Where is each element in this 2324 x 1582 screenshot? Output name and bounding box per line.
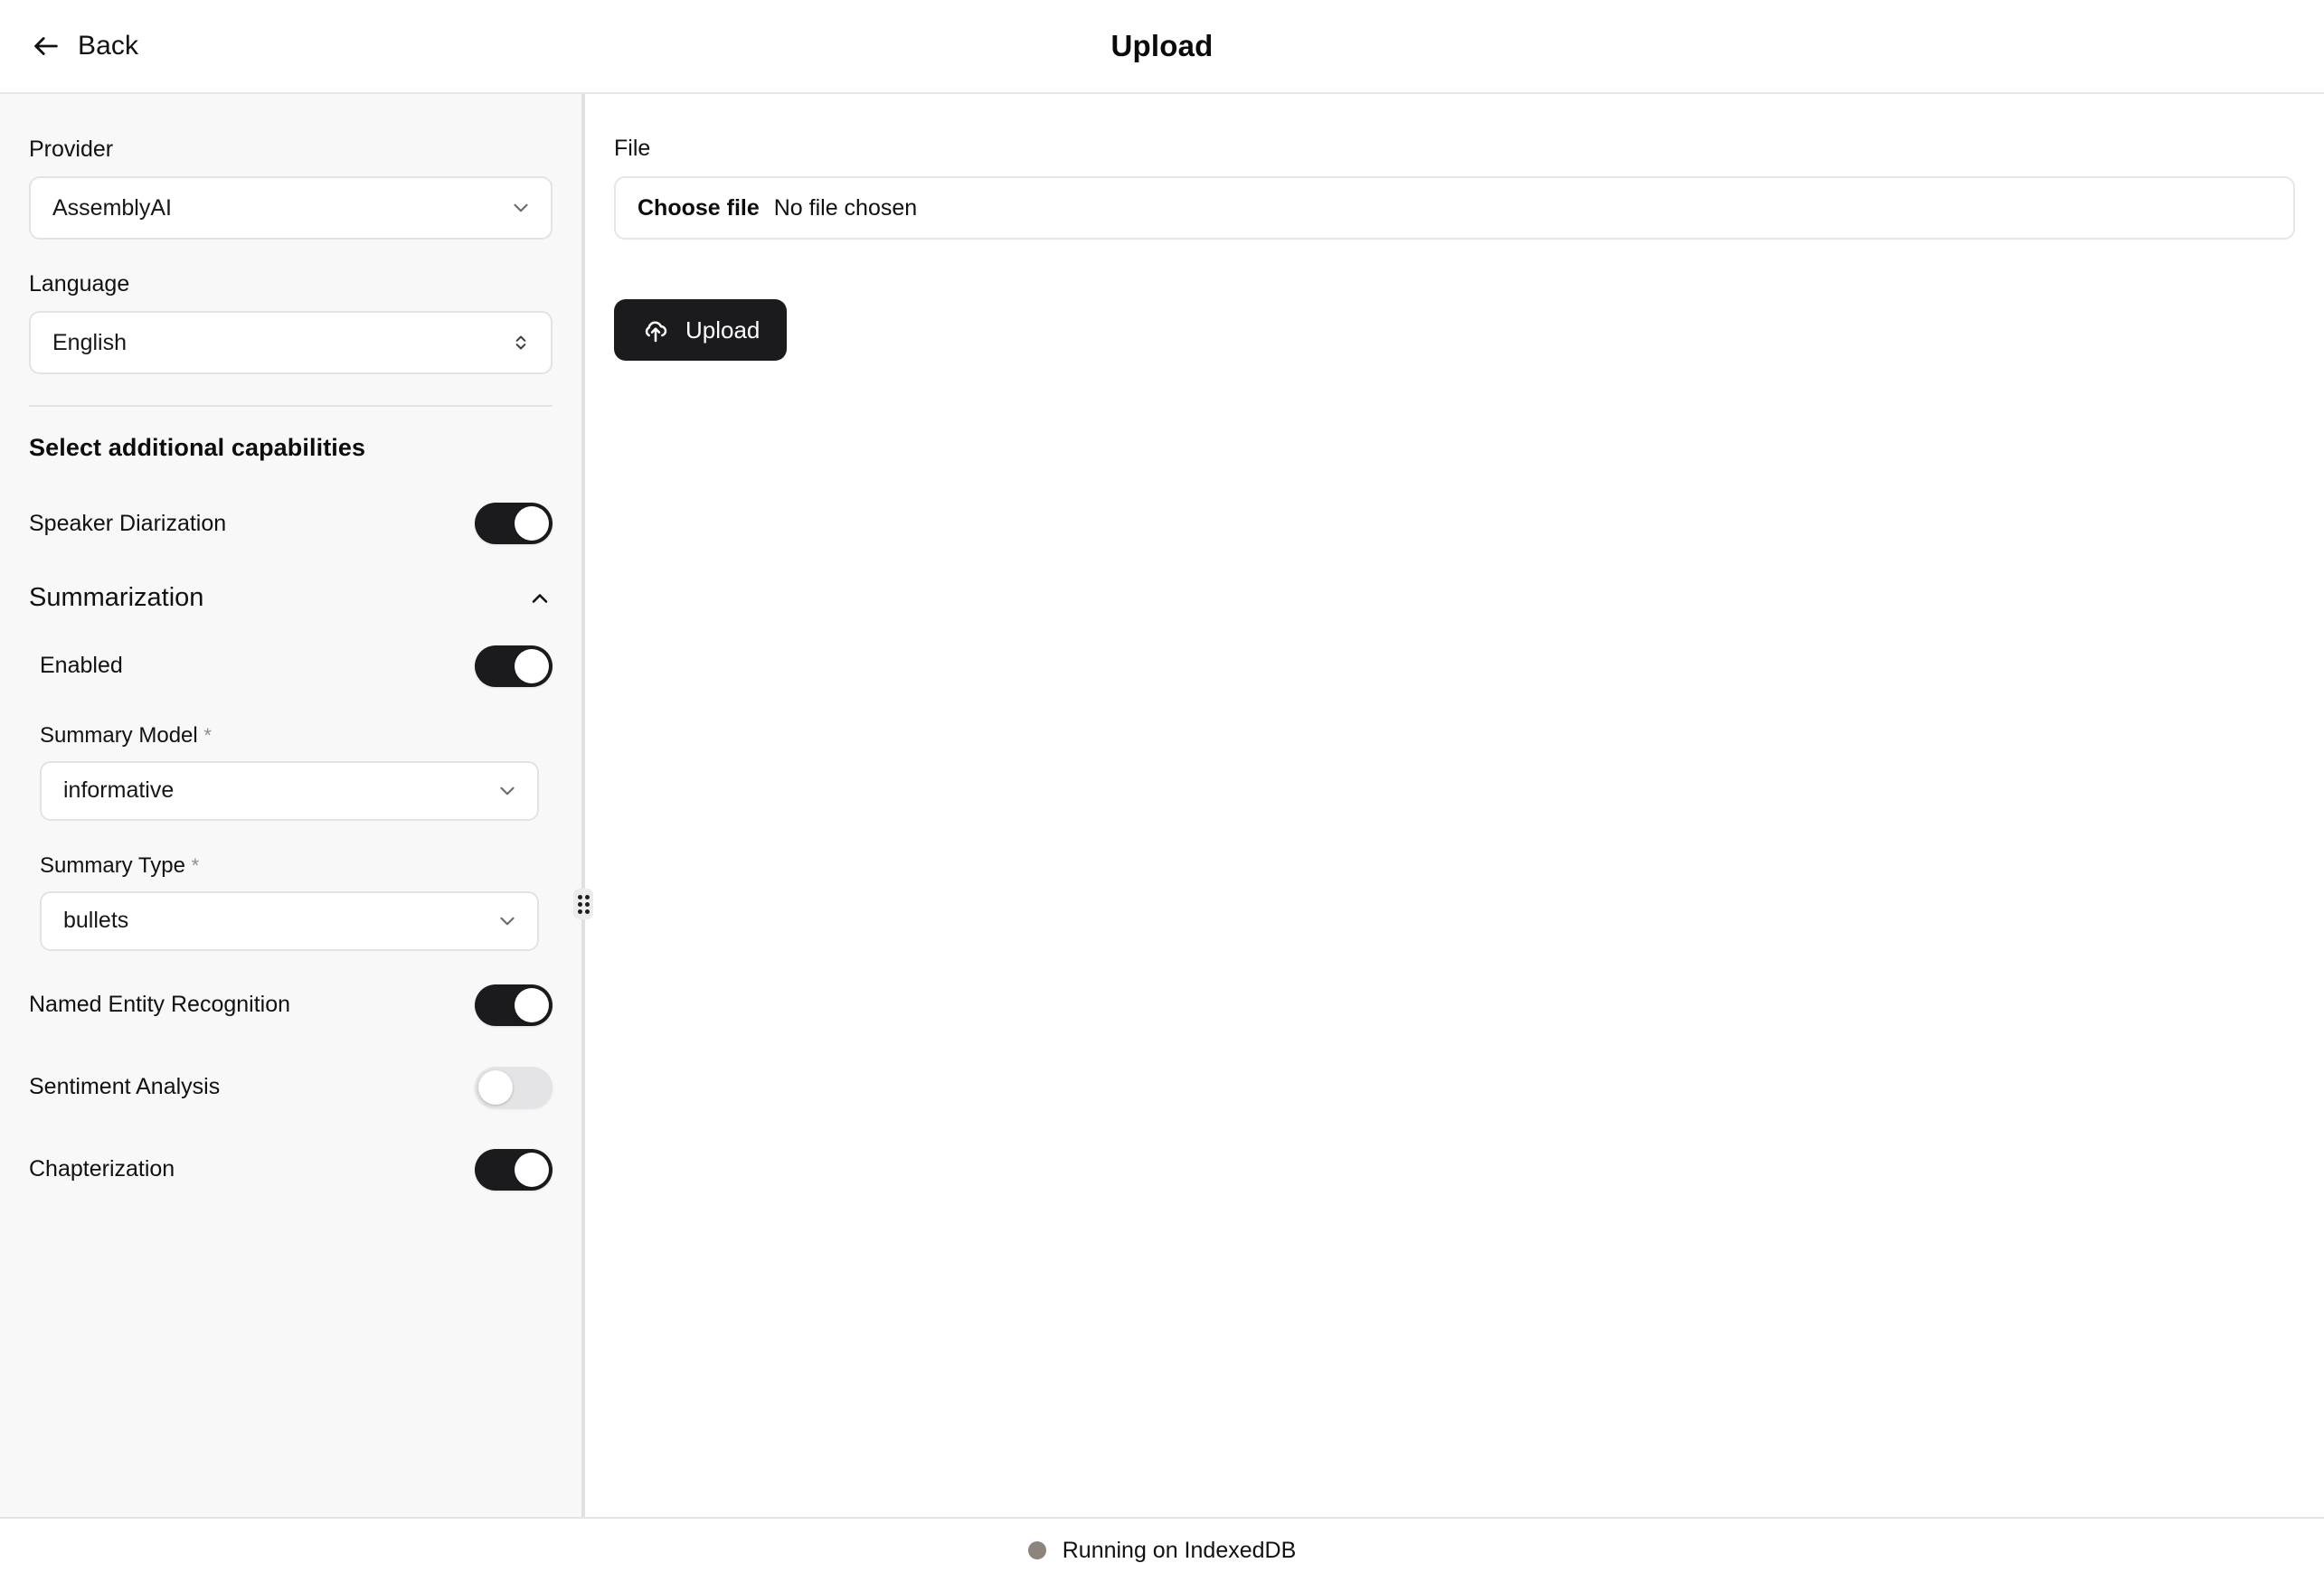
summarization-enabled-toggle[interactable]	[475, 645, 553, 687]
summarization-title: Summarization	[29, 583, 204, 612]
summary-type-select[interactable]: bullets	[40, 890, 539, 951]
summary-model-label-text: Summary Model	[40, 722, 198, 748]
sentiment-analysis-toggle[interactable]	[475, 1066, 553, 1108]
provider-label: Provider	[29, 137, 114, 162]
required-marker: *	[191, 853, 200, 877]
speaker-diarization-toggle[interactable]	[475, 503, 553, 544]
toggle-knob	[515, 1152, 549, 1187]
capability-row-named-entity-recognition: Named Entity Recognition	[29, 984, 553, 1027]
summary-type-label: Summary Type *	[40, 853, 553, 879]
chevron-down-icon	[509, 196, 533, 220]
capability-row-speaker-diarization: Speaker Diarization	[29, 502, 553, 545]
upload-page: Back Upload Provider AssemblyAI Language…	[0, 0, 2324, 1582]
provider-value: AssemblyAI	[52, 194, 172, 221]
toggle-knob	[478, 1069, 513, 1105]
file-input[interactable]: Choose file No file chosen	[614, 176, 2295, 240]
status-bar-text: Running on IndexedDB	[1062, 1537, 1297, 1563]
panel-resizer[interactable]	[573, 94, 593, 1517]
choose-file-button[interactable]: Choose file	[638, 196, 760, 220]
provider-select[interactable]: AssemblyAI	[29, 176, 553, 240]
named-entity-recognition-toggle[interactable]	[475, 984, 553, 1026]
status-bar: Running on IndexedDB	[0, 1519, 2324, 1582]
settings-sidebar: Provider AssemblyAI Language English Sel…	[0, 94, 581, 1517]
page-header: Back Upload	[0, 0, 2324, 94]
page-body: Provider AssemblyAI Language English Sel…	[0, 94, 2324, 1519]
drag-handle-icon[interactable]	[573, 889, 593, 919]
chapterization-toggle[interactable]	[475, 1148, 553, 1191]
summary-type-label-text: Summary Type	[40, 852, 185, 878]
toggle-knob	[515, 506, 549, 541]
status-indicator-dot	[1027, 1541, 1046, 1559]
upload-button-label: Upload	[685, 316, 760, 344]
language-select[interactable]: English	[29, 311, 553, 374]
summarization-enabled-label: Enabled	[40, 653, 123, 679]
capability-row-chapterization: Chapterization	[29, 1148, 553, 1191]
sidebar-divider	[29, 405, 553, 407]
named-entity-recognition-label: Named Entity Recognition	[29, 992, 291, 1018]
cloud-upload-icon	[641, 315, 670, 344]
summarization-enabled-row: Enabled	[40, 645, 553, 687]
grip-dots	[577, 894, 590, 914]
file-label: File	[614, 136, 651, 161]
chevron-down-icon	[496, 779, 519, 803]
required-marker: *	[203, 723, 212, 747]
toggle-knob	[515, 987, 549, 1022]
summarization-group-header[interactable]: Summarization	[29, 583, 553, 613]
summary-type-value: bullets	[63, 908, 129, 934]
capability-row-sentiment-analysis: Sentiment Analysis	[29, 1066, 553, 1109]
file-status-text: No file chosen	[773, 194, 918, 221]
chevron-up-icon	[527, 586, 553, 611]
chapterization-label: Chapterization	[29, 1156, 175, 1182]
upload-main-panel: File Choose file No file chosen Upload	[581, 94, 2324, 1517]
capabilities-heading: Select additional capabilities	[29, 434, 366, 461]
toggle-knob	[515, 648, 549, 683]
chevron-down-icon	[496, 909, 519, 933]
language-value: English	[52, 329, 127, 355]
sentiment-analysis-label: Sentiment Analysis	[29, 1074, 221, 1100]
summary-model-value: informative	[63, 777, 175, 804]
chevron-up-down-icon	[509, 331, 533, 354]
summary-model-label: Summary Model *	[40, 723, 553, 749]
speaker-diarization-label: Speaker Diarization	[29, 510, 227, 536]
summary-model-select[interactable]: informative	[40, 760, 539, 821]
language-label: Language	[29, 271, 130, 297]
page-title: Upload	[1110, 29, 1214, 62]
upload-button[interactable]: Upload	[614, 299, 788, 361]
summarization-group-body: Enabled Summary Model * informative Summ…	[29, 645, 553, 951]
